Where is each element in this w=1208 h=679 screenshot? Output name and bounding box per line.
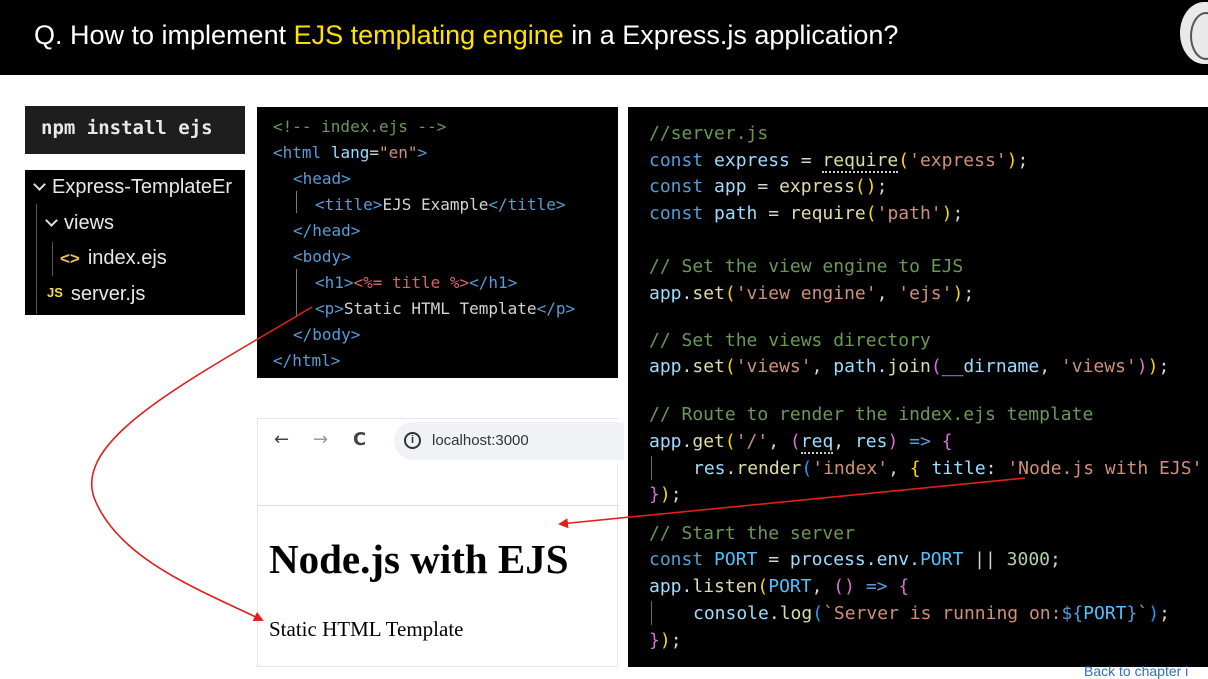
explorer-file-index-ejs[interactable]: <> index.ejs xyxy=(60,247,167,270)
ejs-file-icon: <> xyxy=(60,249,80,268)
browser-toolbar: ← → C i localhost:3000 xyxy=(258,419,624,463)
code-line: }); xyxy=(649,484,682,505)
divider xyxy=(258,505,619,506)
js-file-icon: JS xyxy=(47,285,63,300)
indent-guide xyxy=(651,456,652,480)
file-explorer: Express-TemplateEr views <> index.ejs JS s… xyxy=(25,170,245,315)
code-line: app.listen(PORT, () => { xyxy=(649,576,910,597)
indent-guide xyxy=(296,269,297,317)
back-to-chapter-link[interactable]: Back to chapter i xyxy=(1084,663,1188,679)
explorer-root-folder[interactable]: Express-TemplateEr xyxy=(33,176,233,199)
code-line: <!-- index.ejs --> xyxy=(273,117,447,136)
code-line: const PORT = process.env.PORT || 3000; xyxy=(649,549,1061,570)
code-line: <h1><%= title %></h1> xyxy=(315,273,518,292)
header-banner: Q. How to implement EJS templating engin… xyxy=(0,0,1208,75)
code-line: // Start the server xyxy=(649,523,855,544)
code-line: //server.js xyxy=(649,123,769,144)
code-line: app.set('views', path.join(__dirname, 'v… xyxy=(649,356,1170,377)
tree-guide xyxy=(52,242,53,276)
page-title: Q. How to implement EJS templating engin… xyxy=(34,20,898,51)
code-line: <title>EJS Example</title> xyxy=(315,195,566,214)
rendered-paragraph: Static HTML Template xyxy=(269,617,464,641)
code-line: const app = express(); xyxy=(649,176,888,197)
code-line: app.get('/', (req, res) => { xyxy=(649,431,953,454)
indent-guide xyxy=(296,191,297,213)
avatar xyxy=(1180,2,1208,64)
code-line: const express = require('express'); xyxy=(649,150,1029,173)
code-line: console.log(`Server is running on:${PORT… xyxy=(693,603,1170,624)
file-label: server.js xyxy=(70,283,146,305)
indent-guide xyxy=(651,601,652,625)
code-line: // Set the views directory xyxy=(649,330,931,351)
code-line: // Set the view engine to EJS xyxy=(649,256,964,277)
title-suffix: in a Express.js application? xyxy=(563,20,899,50)
chevron-down-icon xyxy=(33,178,46,191)
explorer-views-folder[interactable]: views xyxy=(45,212,115,235)
rendered-heading: Node.js with EJS xyxy=(269,536,569,582)
forward-arrow-icon[interactable]: → xyxy=(313,429,328,450)
root-folder-label: Express-TemplateEr xyxy=(52,176,233,198)
code-line: <p>Static HTML Template</p> xyxy=(315,299,576,318)
code-line: app.set('view engine', 'ejs'); xyxy=(649,283,975,304)
npm-command-box: npm install ejs xyxy=(25,106,245,154)
code-line: }); xyxy=(649,630,682,651)
browser-window: ← → C i localhost:3000 Node.js with EJS … xyxy=(257,418,624,667)
code-line: <html lang="en"> xyxy=(273,143,428,162)
code-line: </body> xyxy=(293,325,361,344)
reload-icon[interactable]: C xyxy=(353,429,366,450)
url-text: localhost:3000 xyxy=(432,432,529,449)
index-ejs-code-panel: <!-- index.ejs --> <html lang="en"> <hea… xyxy=(257,107,618,378)
code-line: // Route to render the index.ejs templat… xyxy=(649,404,1094,425)
title-prefix: Q. How to implement xyxy=(34,20,294,50)
npm-command: npm install ejs xyxy=(41,117,213,139)
tree-guide xyxy=(36,204,37,314)
code-line: const path = require('path'); xyxy=(649,203,964,224)
views-folder-label: views xyxy=(64,212,115,234)
file-label: index.ejs xyxy=(87,247,167,269)
title-highlight: EJS templating engine xyxy=(293,20,564,50)
back-arrow-icon[interactable]: ← xyxy=(274,429,289,450)
info-icon[interactable]: i xyxy=(404,432,421,449)
code-line: <body> xyxy=(293,247,351,266)
code-line: </head> xyxy=(293,221,361,240)
address-bar[interactable]: i localhost:3000 xyxy=(394,422,624,460)
code-line: <head> xyxy=(293,169,351,188)
server-js-code-panel: //server.js const express = require('exp… xyxy=(628,107,1208,667)
chevron-down-icon xyxy=(45,214,58,227)
code-line: res.render('index', { title: 'Node.js wi… xyxy=(693,458,1203,479)
explorer-file-server-js[interactable]: JS server.js xyxy=(47,283,145,306)
code-line: </html> xyxy=(273,351,341,370)
